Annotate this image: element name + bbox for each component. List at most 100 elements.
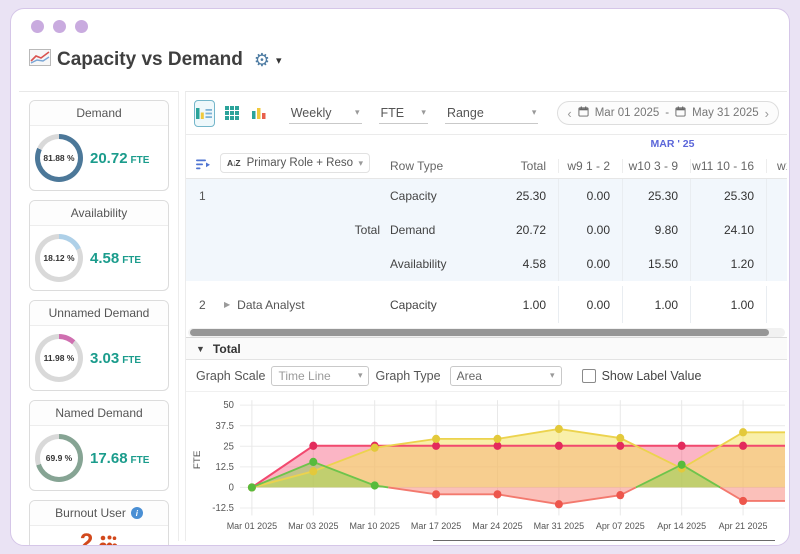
svg-text:12.5: 12.5 [215,462,233,473]
chevron-down-icon: ▾ [355,107,360,117]
donut-ring: 11.98 % [35,334,83,382]
cell-resource-name: ▶ Data Analyst [220,286,390,323]
chevron-down-icon: ▾ [421,107,426,117]
show-label-checkbox-label[interactable]: Show Label Value [602,369,702,383]
percent-label: 18.12 % [43,253,75,263]
table-row-group: 1 Capacity 25.30 0.00 25.30 25.30 Total Demand 2… [186,179,787,281]
stat-card-burnout: Burnout User i 2 out of 30 [29,500,169,546]
stat-card-demand: Demand 81.88 % 20.72 FTE [29,100,169,191]
row-number: 1 [199,189,206,203]
column-header-week: w9 1 - 2 [558,159,622,173]
chevron-down-icon: ▾ [358,157,363,168]
table-header: MAR ' 25 A↓Z Primary Role + Resource... … [186,135,787,179]
cell-week-value: 1.20 [690,247,766,281]
filter-sort-icon[interactable] [186,158,220,173]
graph-type-select[interactable]: Area ▾ [449,365,562,386]
svg-text:Mar 31 2025: Mar 31 2025 [534,521,584,531]
cell-week-value [766,247,787,281]
fte-value: 17.68 FTE [90,449,150,467]
graph-type-value: Area [456,368,482,383]
cell-week-value [766,179,787,213]
info-icon[interactable]: i [130,507,143,519]
settings-caret-icon[interactable]: ▾ [276,54,282,67]
cell-week-value: 25.30 [622,179,690,213]
area-chart: 50 37.5 25 12.5 0 -12.5 FTE Mar 01 2025 Mar 03 2… [186,392,787,538]
svg-text:50: 50 [223,400,234,411]
window-dots [31,20,88,33]
cell-week-value: 0.00 [558,179,622,213]
column-header-row-type: Row Type [390,159,444,173]
collapse-icon[interactable]: ▼ [196,344,205,354]
sort-az-icon: A↓Z [227,158,241,168]
row-number [186,247,220,281]
scrollbar-thumb[interactable] [190,329,770,336]
column-header-total: Total [520,159,546,173]
page-title: Capacity vs Demand [57,49,243,70]
resource-name: Data Analyst [237,297,305,312]
end-date[interactable]: May 31 2025 [692,107,759,119]
stat-card-title: Burnout User i [30,501,168,526]
row-number [186,213,220,247]
cell-week-value: 1.00 [690,286,766,323]
graph-type-label: Graph Type [375,368,441,383]
group-by-value: Primary Role + Resource... [246,157,354,169]
period-select-value: Weekly [290,105,332,120]
section-label: Total [212,341,241,356]
graph-scale-select[interactable]: Time Line ▾ [271,365,370,386]
date-range-picker: ‹ Mar 01 2025 - May 31 2025 › [557,101,779,125]
table-row[interactable]: 2 ▶ Data Analyst Capacity 1.00 0.00 1.00 1.00 [186,286,787,323]
cell-row-type: Demand [390,223,436,237]
total-section-header[interactable]: ▼ Total [186,337,787,360]
calendar-icon [578,106,589,120]
expand-icon[interactable]: ▶ [224,300,230,309]
cell-group-name [220,247,390,281]
line-chart-icon [29,49,51,71]
cell-week-value [766,213,787,247]
cell-week-value: 0.00 [558,286,622,323]
grid-view-button[interactable] [222,100,243,127]
svg-text:Mar 24 2025: Mar 24 2025 [472,521,522,531]
unit-select[interactable]: FTE ▾ [378,103,428,124]
stat-card-named-demand: Named Demand 69.9 % 17.68 FTE [29,400,169,491]
prev-range-button[interactable]: ‹ [567,107,571,120]
cell-total-value: 25.30 [515,189,546,203]
cell-week-value: 15.50 [622,247,690,281]
burnout-title: Burnout User [55,506,126,520]
cell-row-type: Capacity [390,189,437,203]
graph-scale-value: Time Line [278,368,331,383]
horizontal-scrollbar[interactable] [188,328,785,337]
burnout-count: 2 [79,529,94,546]
range-select[interactable]: Range ▾ [444,103,539,124]
table-body: 1 Capacity 25.30 0.00 25.30 25.30 Total Demand 2… [186,179,787,328]
people-icon [98,534,118,545]
stat-card-title: Named Demand [30,401,168,426]
start-date[interactable]: Mar 01 2025 [595,107,660,119]
period-select[interactable]: Weekly ▾ [288,103,362,124]
svg-text:25: 25 [223,441,234,452]
group-by-select[interactable]: A↓Z Primary Role + Resource... ▾ [220,153,370,173]
settings-gear-icon[interactable]: ⚙ [254,51,270,69]
cell-week-value: 1.00 [622,286,690,323]
chevron-down-icon: ▾ [531,107,537,117]
svg-text:-12.5: -12.5 [212,503,234,514]
table-row[interactable]: Total Demand 20.72 0.00 9.80 24.10 [186,213,787,247]
widget-window: Capacity vs Demand ⚙ ▾ Demand 81.88 % 20… [10,8,790,546]
area-chart-canvas[interactable]: 50 37.5 25 12.5 0 -12.5 FTE Mar 01 2025 Mar 03 2… [188,394,787,536]
next-range-button[interactable]: › [765,107,769,120]
show-label-checkbox[interactable] [581,368,596,383]
cell-row-type: Availability [390,257,447,271]
fte-value: 4.58 FTE [90,249,142,267]
cell-week-value: 25.30 [690,179,766,213]
bar-chart-view-button[interactable] [249,100,270,127]
table-row[interactable]: Availability 4.58 0.00 15.50 1.20 [186,247,787,281]
percent-label: 11.98 % [43,353,75,363]
graph-controls: Graph Scale Time Line ▾ Graph Type Area … [186,360,787,392]
range-select-value: Range [446,105,484,120]
table-row[interactable]: 1 Capacity 25.30 0.00 25.30 25.30 [186,179,787,213]
donut-ring: 18.12 % [35,234,83,282]
stat-card-title: Unnamed Demand [30,301,168,326]
combo-view-button[interactable] [194,99,215,127]
stats-sidebar: Demand 81.88 % 20.72 FTE Availability 18.… [19,91,179,545]
table-row-group: 2 ▶ Data Analyst Capacity 1.00 0.00 1.00 1.00 [186,286,787,323]
stat-card-unnamed-demand: Unnamed Demand 11.98 % 3.03 FTE [29,300,169,391]
